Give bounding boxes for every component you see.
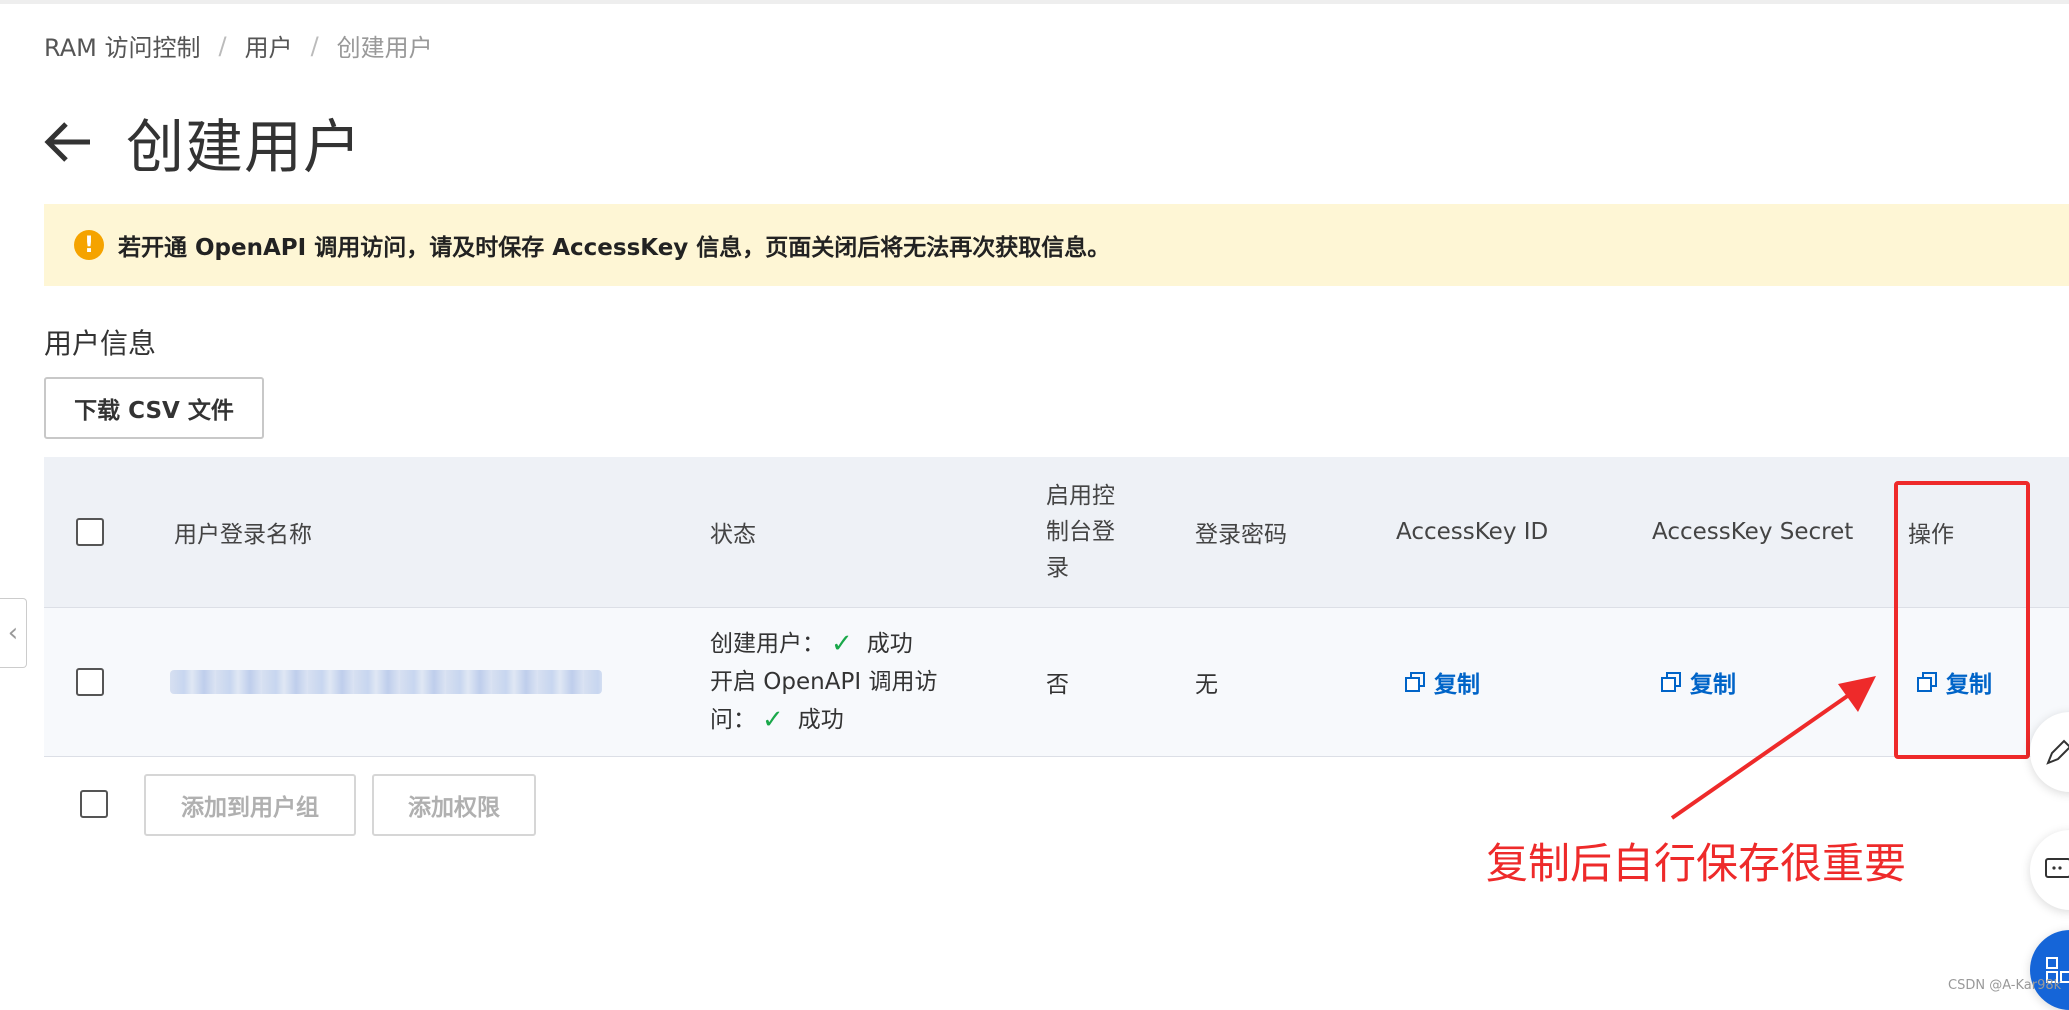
- status-cell: 创建用户： ✓ 成功 开启 OpenAPI 调用访 问： ✓ 成功: [710, 608, 937, 756]
- add-to-group-button[interactable]: 添加到用户组: [144, 774, 356, 836]
- pencil-icon: [2046, 739, 2069, 765]
- header-status: 状态: [710, 522, 756, 548]
- chat-icon: [2045, 858, 2069, 878]
- chevron-left-icon: ‹: [7, 618, 19, 648]
- copy-accesskey-id-button[interactable]: 复制: [1404, 665, 1480, 699]
- header-accesskey-id: AccessKey ID: [1396, 519, 1549, 545]
- exclamation-icon: !: [74, 230, 104, 260]
- alert-text: 若开通 OpenAPI 调用访问，请及时保存 AccessKey 信息，页面关闭…: [118, 235, 1111, 261]
- breadcrumb: RAM 访问控制 / 用户 / 创建用户: [44, 28, 433, 63]
- login-name-cell: [170, 608, 602, 756]
- download-csv-button[interactable]: 下载 CSV 文件: [44, 377, 264, 439]
- row-checkbox[interactable]: [76, 668, 104, 696]
- copy-accesskey-secret-button[interactable]: 复制: [1660, 665, 1736, 699]
- status-create-line: 创建用户： ✓ 成功: [710, 625, 913, 663]
- warning-alert: ! 若开通 OpenAPI 调用访问，请及时保存 AccessKey 信息，页面…: [44, 204, 2069, 286]
- header-checkbox-cell: [76, 457, 104, 607]
- user-table: 用户登录名称 状态 启用控制台登录 登录密码 AccessKey ID Acce…: [44, 457, 2069, 757]
- row-checkbox-cell: [76, 608, 104, 756]
- status-openapi-line-1: 开启 OpenAPI 调用访: [710, 669, 938, 695]
- back-arrow-icon[interactable]: [42, 116, 94, 168]
- breadcrumb-item-current: 创建用户: [336, 34, 433, 62]
- check-icon: ✓: [762, 705, 784, 735]
- table-header: 用户登录名称 状态 启用控制台登录 登录密码 AccessKey ID Acce…: [44, 457, 2069, 608]
- breadcrumb-separator: /: [218, 31, 227, 60]
- section-title: 用户信息: [44, 327, 157, 360]
- check-icon: ✓: [831, 629, 853, 659]
- breadcrumb-item-users[interactable]: 用户: [245, 28, 293, 63]
- header-accesskey-secret: AccessKey Secret: [1652, 519, 1854, 545]
- breadcrumb-separator: /: [310, 31, 319, 60]
- copy-icon: [1661, 672, 1681, 692]
- title-row: 创建用户: [42, 100, 362, 184]
- console-login-cell: 否: [1046, 672, 1069, 698]
- accesskey-secret-cell: 复制: [1660, 608, 1736, 756]
- accesskey-id-cell: 复制: [1404, 608, 1480, 756]
- sidebar-collapse-toggle[interactable]: ‹: [0, 598, 27, 668]
- header-password: 登录密码: [1195, 522, 1287, 548]
- table-row: 创建用户： ✓ 成功 开启 OpenAPI 调用访 问： ✓ 成功 否 无 复制: [44, 608, 2069, 757]
- breadcrumb-item-ram[interactable]: RAM 访问控制: [44, 28, 200, 63]
- annotation-highlight-box: [1894, 481, 2030, 759]
- page-title: 创建用户: [126, 113, 363, 181]
- password-cell: 无: [1195, 672, 1218, 698]
- top-divider: [0, 0, 2069, 4]
- annotation-text: 复制后自行保存很重要: [1486, 839, 1907, 888]
- status-openapi-line-2: 问： ✓ 成功: [710, 701, 844, 739]
- header-login-name: 用户登录名称: [174, 522, 312, 548]
- apps-float-button[interactable]: [2030, 930, 2069, 1010]
- watermark: CSDN @A-Kar98k: [1948, 978, 2062, 993]
- copy-icon: [1405, 672, 1425, 692]
- select-all-checkbox[interactable]: [76, 518, 104, 546]
- blurred-login-name: [170, 670, 602, 694]
- feedback-float-button[interactable]: [2030, 830, 2069, 910]
- add-permission-button[interactable]: 添加权限: [372, 774, 536, 836]
- footer-select-all-checkbox[interactable]: [80, 790, 108, 818]
- header-console-login: 启用控制台登录: [1046, 483, 1115, 581]
